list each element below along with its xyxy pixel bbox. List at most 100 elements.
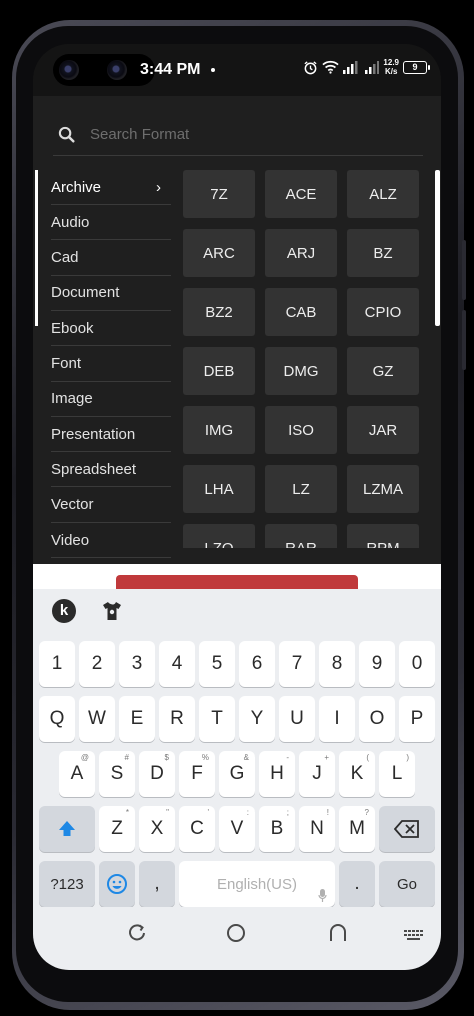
key-label: P [410,708,424,729]
key-d[interactable]: D $ [139,751,175,797]
format-tile-lzo[interactable]: LZO [183,524,255,548]
format-tile-arc[interactable]: ARC [183,229,255,277]
format-tile-7z[interactable]: 7Z [183,170,255,218]
key-a[interactable]: A @ [59,751,95,797]
key-5[interactable]: 5 [199,641,235,687]
key-label: J [312,763,322,784]
emoji-icon [107,874,127,894]
category-audio[interactable]: Audio [51,205,171,241]
format-tile-ace[interactable]: ACE [265,170,337,218]
key-label: K [350,763,364,784]
category-image[interactable]: Image [51,382,171,417]
key-hint: % [201,753,209,762]
emoji-key[interactable] [99,861,135,907]
key-s[interactable]: S # [99,751,135,797]
shift-key[interactable] [39,806,95,852]
category-presentation[interactable]: Presentation [51,417,171,453]
category-spreadsheet[interactable]: Spreadsheet [51,452,171,488]
format-tile-dmg[interactable]: DMG [265,347,337,395]
search-input[interactable]: Search Format [53,114,423,156]
category-archive[interactable]: Archive › [51,170,171,205]
format-tile-rpm[interactable]: RPM [347,524,419,548]
key-j[interactable]: J + [299,751,335,797]
recent-apps-icon[interactable] [127,923,147,948]
comma-key[interactable]: , [139,861,175,907]
key-e[interactable]: E [119,696,155,742]
key-h[interactable]: H- [259,751,295,797]
key-l[interactable]: L) [379,751,415,797]
category-font[interactable]: Font [51,347,171,382]
key-1[interactable]: 1 [39,641,75,687]
format-tile-iso[interactable]: ISO [265,406,337,454]
signal-icon [343,60,361,74]
key-b[interactable]: B; [259,806,295,852]
key-label: M [349,818,365,839]
category-video[interactable]: Video [51,523,171,558]
format-tile-lha[interactable]: LHA [183,465,255,513]
format-tile-alz[interactable]: ALZ [347,170,419,218]
convert-button-edge[interactable] [116,575,358,589]
key-0[interactable]: 0 [399,641,435,687]
format-tile-jar[interactable]: JAR [347,406,419,454]
key-k[interactable]: K( [339,751,375,797]
category-cad[interactable]: Cad [51,241,171,276]
space-key[interactable]: English(US) [179,861,335,907]
format-tile-deb[interactable]: DEB [183,347,255,395]
category-ebook[interactable]: Ebook [51,311,171,347]
format-tile-cab[interactable]: CAB [265,288,337,336]
key-u[interactable]: U [279,696,315,742]
key-label: X [150,818,164,839]
key-hint: # [124,753,129,762]
home-icon[interactable] [226,923,246,948]
key-m[interactable]: M? [339,806,375,852]
category-vector[interactable]: Vector [51,488,171,523]
key-4[interactable]: 4 [159,641,195,687]
key-v[interactable]: V: [219,806,255,852]
category-label: Vector [51,496,94,514]
key-f[interactable]: F% [179,751,215,797]
key-p[interactable]: P [399,696,435,742]
period-key[interactable]: . [339,861,375,907]
format-tile-bz[interactable]: BZ [347,229,419,277]
keyboard-brand-button[interactable]: k [52,599,76,623]
key-n[interactable]: N! [299,806,335,852]
format-tile-arj[interactable]: ARJ [265,229,337,277]
symbols-key[interactable]: ?123 [39,861,95,907]
key-w[interactable]: W [79,696,115,742]
backspace-key[interactable] [379,806,435,852]
key-hint: ? [364,808,369,817]
format-tile-gz[interactable]: GZ [347,347,419,395]
format-tile-cpio[interactable]: CPIO [347,288,419,336]
search-placeholder: Search Format [90,126,190,143]
key-g[interactable]: G & [219,751,255,797]
format-tile-img[interactable]: IMG [183,406,255,454]
key-label: , [154,873,160,894]
key-y[interactable]: Y [239,696,275,742]
key-8[interactable]: 8 [319,641,355,687]
key-r[interactable]: R [159,696,195,742]
format-scrollbar[interactable] [435,170,440,326]
back-icon[interactable] [328,923,348,948]
key-c[interactable]: C ' [179,806,215,852]
key-7[interactable]: 7 [279,641,315,687]
key-o[interactable]: O [359,696,395,742]
key-9[interactable]: 9 [359,641,395,687]
phone-screen: 3:44 PM 12.9 K/s 9 Search Format Archive… [33,44,441,970]
key-t[interactable]: T [199,696,235,742]
key-q[interactable]: Q [39,696,75,742]
key-2[interactable]: 2 [79,641,115,687]
format-tile-bz2[interactable]: BZ2 [183,288,255,336]
key-3[interactable]: 3 [119,641,155,687]
key-x[interactable]: X " [139,806,175,852]
keyboard-hide-icon[interactable] [404,929,424,947]
format-tile-rar[interactable]: RAR [265,524,337,548]
format-tile-lz[interactable]: LZ [265,465,337,513]
go-key[interactable]: Go [379,861,435,907]
format-tile-lzma[interactable]: LZMA [347,465,419,513]
key-6[interactable]: 6 [239,641,275,687]
key-z[interactable]: Z * [99,806,135,852]
theme-shirt-icon[interactable] [101,600,123,627]
key-i[interactable]: I [319,696,355,742]
camera-lens-icon [107,60,127,80]
category-document[interactable]: Document [51,276,171,311]
